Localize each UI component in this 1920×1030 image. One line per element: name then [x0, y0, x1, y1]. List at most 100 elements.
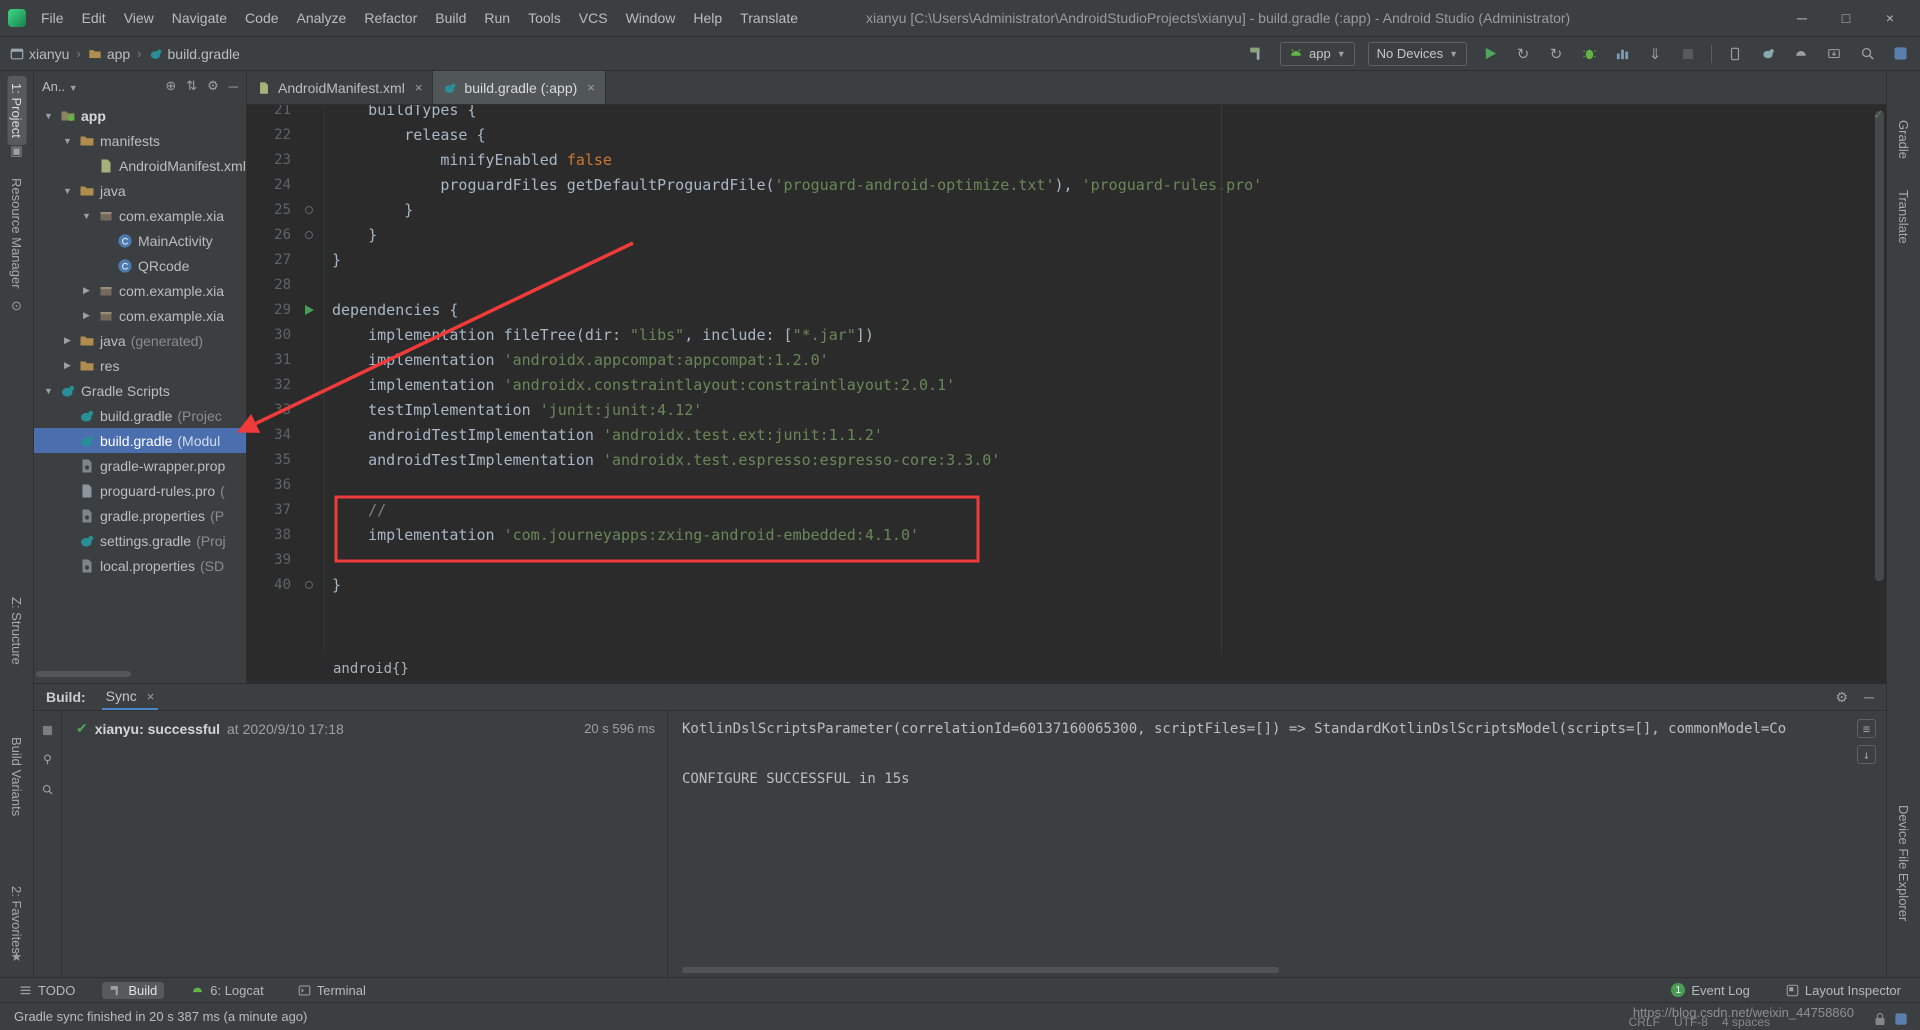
locate-file-icon[interactable]: ⊕ [165, 78, 176, 94]
tree-item-com-example-xia[interactable]: ▶com.example.xia [34, 278, 246, 303]
chevron-down-icon[interactable]: ▼ [80, 211, 93, 221]
device-dropdown[interactable]: No Devices ▼ [1368, 42, 1467, 66]
menu-help[interactable]: Help [684, 0, 731, 36]
editor-scrollbar[interactable] [1873, 105, 1886, 655]
minimize-button[interactable]: ─ [1780, 0, 1824, 36]
collapse-all-icon[interactable]: ⇅ [186, 78, 197, 94]
tool-window-button-build[interactable]: Build [102, 982, 164, 999]
tree-item-build-gradle-selected[interactable]: build.gradle (Modul [34, 428, 246, 453]
settings-icon[interactable]: ⚙ [1836, 689, 1849, 706]
close-button[interactable]: × [1868, 0, 1912, 36]
sidebar-tab-translate[interactable]: Translate [1894, 183, 1913, 251]
sidebar-tab-build-variants[interactable]: Build Variants [7, 730, 26, 823]
tree-item-res[interactable]: ▶res [34, 353, 246, 378]
tree-item-gradle-scripts[interactable]: ▼Gradle Scripts [34, 378, 246, 403]
menu-build[interactable]: Build [426, 0, 475, 36]
fold-marker-icon[interactable] [305, 206, 313, 214]
menu-edit[interactable]: Edit [73, 0, 115, 36]
soft-wrap-icon[interactable]: ≡ [1857, 719, 1876, 738]
pin-icon[interactable] [41, 753, 54, 766]
maximize-button[interactable]: □ [1824, 0, 1868, 36]
tree-item-androidmanifest-xml[interactable]: AndroidManifest.xml [34, 153, 246, 178]
close-icon[interactable]: × [147, 689, 155, 704]
chevron-right-icon[interactable]: ▶ [80, 285, 93, 296]
attach-debugger-icon[interactable]: ⇓ [1645, 44, 1665, 64]
menu-view[interactable]: View [115, 0, 163, 36]
fold-marker-icon[interactable] [305, 581, 313, 589]
tool-window-icon[interactable]: ▣ [10, 143, 22, 159]
search-everywhere-icon[interactable] [1857, 44, 1877, 64]
sidebar-tab-z-structure[interactable]: Z: Structure [7, 590, 26, 672]
tree-item-settings-gradle[interactable]: settings.gradle (Proj [34, 528, 246, 553]
hide-panel-icon[interactable]: ─ [1864, 689, 1874, 706]
menu-code[interactable]: Code [236, 0, 287, 36]
tree-item-proguard-rules-pro[interactable]: proguard-rules.pro ( [34, 478, 246, 503]
tree-item-com-example-xia[interactable]: ▶com.example.xia [34, 303, 246, 328]
run-task-gutter-icon[interactable] [305, 305, 314, 315]
run-button[interactable] [1480, 44, 1500, 64]
statusbar-button-layout-inspector[interactable]: Layout Inspector [1779, 982, 1908, 999]
editor-tab-build-gradle-app[interactable]: build.gradle (:app)× [433, 71, 605, 104]
avd-manager-icon[interactable] [1791, 44, 1811, 64]
sidebar-tab-gradle[interactable]: Gradle [1894, 113, 1913, 166]
apply-code-changes-icon[interactable]: ↻ [1546, 44, 1566, 64]
favorites-star-icon[interactable]: ★ [11, 949, 23, 965]
device-manager-icon[interactable] [1725, 44, 1745, 64]
menu-file[interactable]: File [32, 0, 73, 36]
breadcrumb-app[interactable]: app [88, 46, 130, 62]
code-area[interactable]: 21 buildTypes {22 release {23 minifyEnab… [247, 105, 1886, 655]
indent-status-icon[interactable] [1894, 1012, 1908, 1026]
tree-item-qrcode[interactable]: CQRcode [34, 253, 246, 278]
tree-item-gradle-properties[interactable]: gradle.properties (P [34, 503, 246, 528]
tree-item-app[interactable]: ▼app [34, 103, 246, 128]
tool-window-button-todo[interactable]: TODO [12, 982, 82, 999]
scrollbar-thumb[interactable] [1875, 111, 1884, 581]
console-horizontal-scrollbar[interactable] [682, 967, 1279, 973]
tool-window-button-terminal[interactable]: Terminal [291, 982, 373, 999]
sidebar-tab-1-project[interactable]: 1: Project [7, 76, 26, 145]
build-hammer-icon[interactable] [1247, 44, 1267, 64]
tree-item-local-properties[interactable]: local.properties (SD [34, 553, 246, 578]
chevron-down-icon[interactable]: ▼ [61, 136, 74, 146]
tree-item-com-example-xia[interactable]: ▼com.example.xia [34, 203, 246, 228]
profiler-button[interactable] [1612, 44, 1632, 64]
chevron-right-icon[interactable]: ▶ [61, 360, 74, 371]
menu-vcs[interactable]: VCS [570, 0, 617, 36]
sync-gradle-icon[interactable] [1758, 44, 1778, 64]
tree-item-gradle-wrapper-prop[interactable]: gradle-wrapper.prop [34, 453, 246, 478]
scroll-to-end-icon[interactable]: ↓ [1857, 745, 1876, 764]
menu-translate[interactable]: Translate [731, 0, 807, 36]
menu-run[interactable]: Run [475, 0, 519, 36]
menu-analyze[interactable]: Analyze [288, 0, 356, 36]
chevron-down-icon[interactable]: ▼ [61, 186, 74, 196]
chevron-right-icon[interactable]: ▶ [61, 335, 74, 346]
settings-icon[interactable]: ⚙ [207, 78, 219, 94]
breadcrumb[interactable]: android{} [333, 661, 409, 677]
apply-changes-icon[interactable]: ↻ [1513, 44, 1533, 64]
pin-icon[interactable]: ⊙ [11, 298, 22, 314]
chevron-down-icon[interactable]: ▼ [42, 386, 55, 396]
chevron-down-icon[interactable]: ▼ [42, 111, 55, 121]
hide-panel-icon[interactable]: ─ [229, 79, 238, 94]
fold-marker-icon[interactable] [305, 231, 313, 239]
sdk-manager-icon[interactable] [1824, 44, 1844, 64]
close-icon[interactable]: × [587, 80, 595, 95]
menu-refactor[interactable]: Refactor [355, 0, 426, 36]
statusbar-button-event-log[interactable]: 1Event Log [1664, 982, 1757, 999]
tree-item-java[interactable]: ▶java (generated) [34, 328, 246, 353]
editor-tab-androidmanifest-xml[interactable]: AndroidManifest.xml× [247, 71, 433, 104]
debug-button[interactable] [1579, 44, 1599, 64]
project-horizontal-scrollbar[interactable] [36, 671, 131, 677]
close-icon[interactable]: × [415, 80, 423, 95]
run-config-dropdown[interactable]: app ▼ [1280, 42, 1355, 66]
chevron-right-icon[interactable]: ▶ [80, 310, 93, 321]
breadcrumb-xianyu[interactable]: xianyu [10, 46, 69, 62]
breadcrumb-build-gradle[interactable]: build.gradle [149, 46, 240, 62]
build-tab-sync[interactable]: Sync × [102, 684, 159, 710]
sidebar-tab-device-file-explorer[interactable]: Device File Explorer [1894, 798, 1913, 928]
menu-navigate[interactable]: Navigate [163, 0, 236, 36]
tree-item-build-gradle[interactable]: build.gradle (Projec [34, 403, 246, 428]
sidebar-tab-resource-manager[interactable]: Resource Manager [7, 171, 26, 296]
tree-item-java[interactable]: ▼java [34, 178, 246, 203]
tree-item-mainactivity[interactable]: CMainActivity [34, 228, 246, 253]
